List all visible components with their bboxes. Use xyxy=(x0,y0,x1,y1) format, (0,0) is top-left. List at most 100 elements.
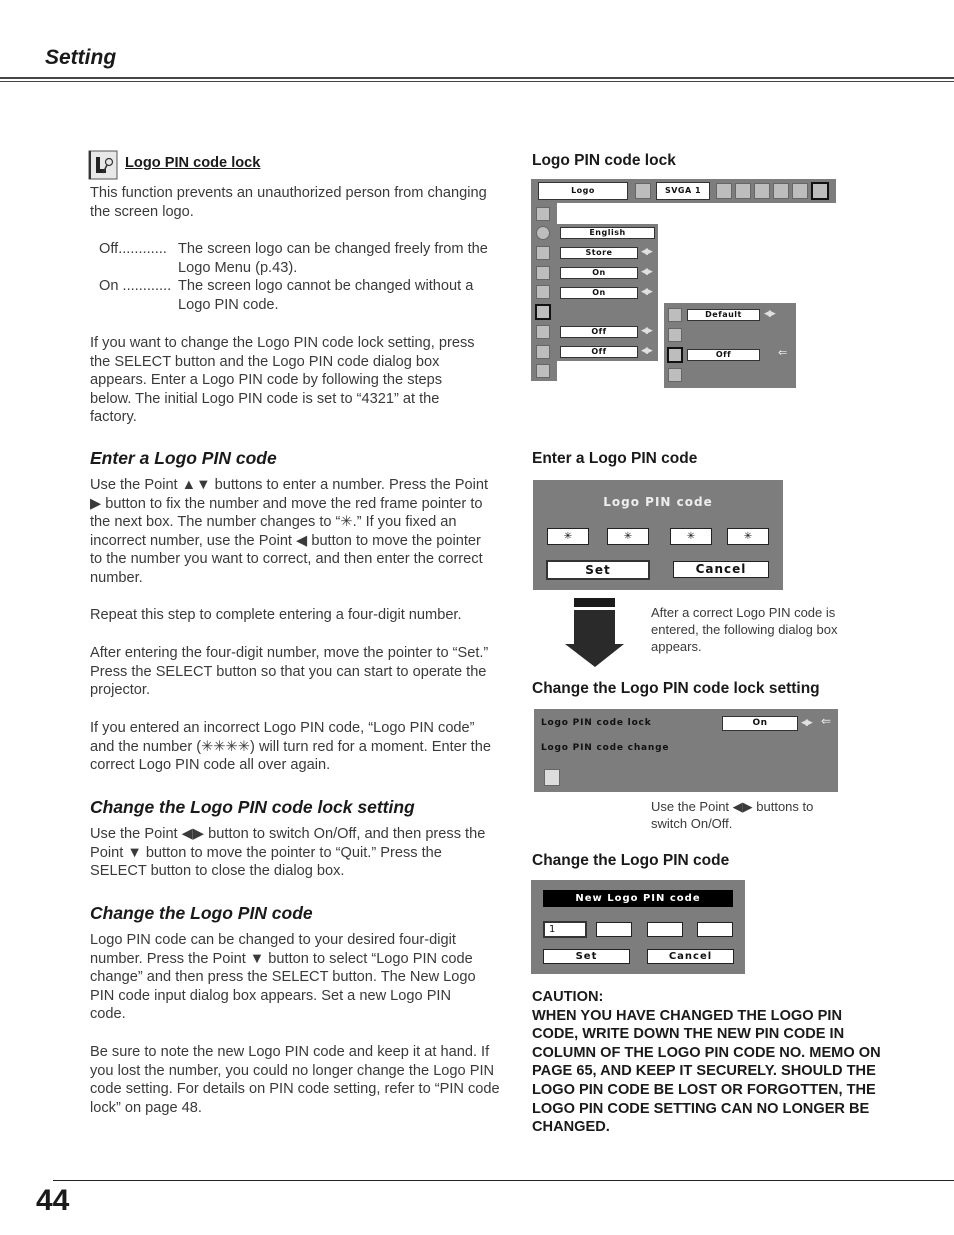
left-right-arrows-icon[interactable]: ◀▶ xyxy=(764,308,776,319)
section-heading-lock-setting: Change the Logo PIN code lock setting xyxy=(90,797,415,817)
pc-adjust-icon[interactable] xyxy=(716,183,732,199)
pin-digit-box[interactable]: ✳ xyxy=(727,528,769,545)
option-on: On ............ The screen logo cannot b… xyxy=(99,277,499,314)
lock-setting-paragraph: Use the Point ◀▶ button to switch On/Off… xyxy=(90,826,486,880)
quit-icon[interactable] xyxy=(544,769,560,786)
lock-row-value[interactable]: On xyxy=(722,716,798,731)
change-code-paragraph-1: Logo PIN code can be changed to your des… xyxy=(90,932,476,1023)
sound-icon[interactable] xyxy=(792,183,808,199)
left-right-arrows-icon[interactable]: ◀▶ xyxy=(641,325,653,336)
dialog-title: Logo PIN code xyxy=(603,495,713,509)
option-definitions: Off............ The screen logo can be c… xyxy=(99,240,499,314)
osd-settings-values: English Store ◀▶ On ◀▶ On ◀▶ Off ◀▶ Off … xyxy=(557,224,658,361)
logo-select-icon[interactable] xyxy=(668,308,682,322)
pin-digit-box[interactable] xyxy=(697,922,733,937)
option-off: Off............ The screen logo can be c… xyxy=(99,240,499,277)
image-adjust-icon[interactable] xyxy=(754,183,770,199)
page-header-title: Setting xyxy=(45,46,117,69)
osd-top-bar: Logo SVGA 1 xyxy=(531,179,836,203)
down-arrow-icon xyxy=(565,597,625,667)
pointer-arrow-icon: ⇐ xyxy=(821,714,832,728)
set-button[interactable]: Set xyxy=(543,949,630,964)
dialog-title: New Logo PIN code xyxy=(543,890,733,907)
rear-icon[interactable] xyxy=(536,345,550,359)
left-right-arrows-icon[interactable]: ◀▶ xyxy=(641,246,653,257)
enter-paragraph-3: After entering the four-digit number, mo… xyxy=(90,645,489,699)
left-right-arrows-icon[interactable]: ◀▶ xyxy=(641,266,653,277)
caution-text: WHEN YOU HAVE CHANGED THE LOGO PIN CODE,… xyxy=(532,1007,881,1136)
page-number: 44 xyxy=(36,1184,70,1217)
screen-icon[interactable] xyxy=(773,183,789,199)
blue-back-icon[interactable] xyxy=(536,266,550,280)
pin-digit-box[interactable] xyxy=(596,922,632,937)
change-code-paragraph-2: Be sure to note the new Logo PIN code an… xyxy=(90,1044,500,1116)
display-icon[interactable] xyxy=(536,285,550,299)
option-term: Off............ xyxy=(99,241,167,257)
intro-paragraph: This function prevents an unauthorized p… xyxy=(90,185,487,220)
figure-heading-enter: Enter a Logo PIN code xyxy=(532,450,698,467)
figure-heading-menu: Logo PIN code lock xyxy=(532,152,676,169)
pin-digit-box[interactable]: ✳ xyxy=(607,528,649,545)
left-right-arrows-icon[interactable]: ◀▶ xyxy=(641,345,653,356)
lock-setting-dialog: Logo PIN code lock On ◀▶ ⇐ Logo PIN code… xyxy=(534,709,838,792)
setting-value-ceiling[interactable]: Off xyxy=(560,326,638,338)
arrow-caption: After a correct Logo PIN code is entered… xyxy=(651,605,838,654)
setting-value-3[interactable]: On xyxy=(560,267,638,279)
pin-digit-box[interactable] xyxy=(647,922,683,937)
pointer-arrow-icon: ⇐ xyxy=(778,347,788,359)
section-heading-change-code: Change the Logo PIN code xyxy=(90,903,313,923)
figure-heading-lock-setting: Change the Logo PIN code lock setting xyxy=(532,680,820,697)
option-desc: The screen logo can be changed freely fr… xyxy=(178,241,488,276)
logo-pin-lock-menu-icon[interactable] xyxy=(667,347,683,363)
set-button[interactable]: Set xyxy=(546,560,650,580)
enter-paragraph-1: Use the Point ▲▼ buttons to enter a numb… xyxy=(90,477,488,586)
scroll-down-icon[interactable] xyxy=(536,364,550,378)
option-term: On ............ xyxy=(99,278,172,295)
new-pin-dialog: New Logo PIN code 1 Set Cancel xyxy=(531,880,745,974)
intro-paragraph-2: If you want to change the Logo PIN code … xyxy=(90,335,475,426)
lock-row-label[interactable]: Logo PIN code lock xyxy=(541,718,651,728)
scroll-up-icon[interactable] xyxy=(536,207,550,221)
logo-pin-lock-value[interactable]: Off xyxy=(687,349,760,361)
setting-value-store[interactable]: Store xyxy=(560,247,638,259)
osd-side-icons xyxy=(531,203,557,381)
enter-paragraph-2: Repeat this step to complete entering a … xyxy=(90,607,462,623)
left-right-arrows-icon[interactable]: ◀▶ xyxy=(801,717,813,728)
pin-digit-box[interactable]: ✳ xyxy=(670,528,712,545)
language-icon[interactable] xyxy=(536,226,550,240)
left-right-arrows-icon[interactable]: ◀▶ xyxy=(641,286,653,297)
keystone-icon[interactable] xyxy=(536,246,550,260)
cancel-button[interactable]: Cancel xyxy=(673,561,769,578)
quit-icon[interactable] xyxy=(668,368,682,382)
logo-select-value[interactable]: Default xyxy=(687,309,760,321)
option-desc: The screen logo cannot be changed withou… xyxy=(178,278,474,313)
ceiling-icon[interactable] xyxy=(536,325,550,339)
setting-value-rear[interactable]: Off xyxy=(560,346,638,358)
pin-digit-box[interactable]: ✳ xyxy=(547,528,589,545)
header-rule xyxy=(0,77,954,79)
image-select-icon[interactable] xyxy=(735,183,751,199)
enter-paragraph-4: If you entered an incorrect Logo PIN cod… xyxy=(90,720,491,774)
caution-title: CAUTION: xyxy=(532,989,604,1005)
figure-heading-change-code: Change the Logo PIN code xyxy=(532,852,730,869)
logo-pin-lock-icon xyxy=(88,150,118,180)
input-icon[interactable] xyxy=(635,183,651,199)
change-row-label[interactable]: Logo PIN code change xyxy=(541,743,669,753)
setting-value-language[interactable]: English xyxy=(560,227,655,239)
source-field: SVGA 1 xyxy=(656,182,710,200)
setting-icon[interactable] xyxy=(811,182,829,200)
capture-icon[interactable] xyxy=(668,328,682,342)
logo-icon[interactable] xyxy=(535,304,551,320)
caution-block: CAUTION: WHEN YOU HAVE CHANGED THE LOGO … xyxy=(532,988,892,1137)
pin-digit-box[interactable]: 1 xyxy=(543,921,587,938)
pin-code-dialog: Logo PIN code ✳ ✳ ✳ ✳ Set Cancel xyxy=(533,480,783,590)
section-heading-enter: Enter a Logo PIN code xyxy=(90,448,277,468)
lock-setting-caption: Use the Point ◀▶ buttons to switch On/Of… xyxy=(651,799,814,831)
intro-title: Logo PIN code lock xyxy=(125,155,261,171)
header-rule-thin xyxy=(0,81,954,82)
footer-rule xyxy=(53,1180,954,1181)
menu-name-field: Logo xyxy=(538,182,628,200)
cancel-button[interactable]: Cancel xyxy=(647,949,734,964)
osd-logo-submenu: Default ◀▶ Off ⇐ xyxy=(664,303,796,388)
setting-value-4[interactable]: On xyxy=(560,287,638,299)
